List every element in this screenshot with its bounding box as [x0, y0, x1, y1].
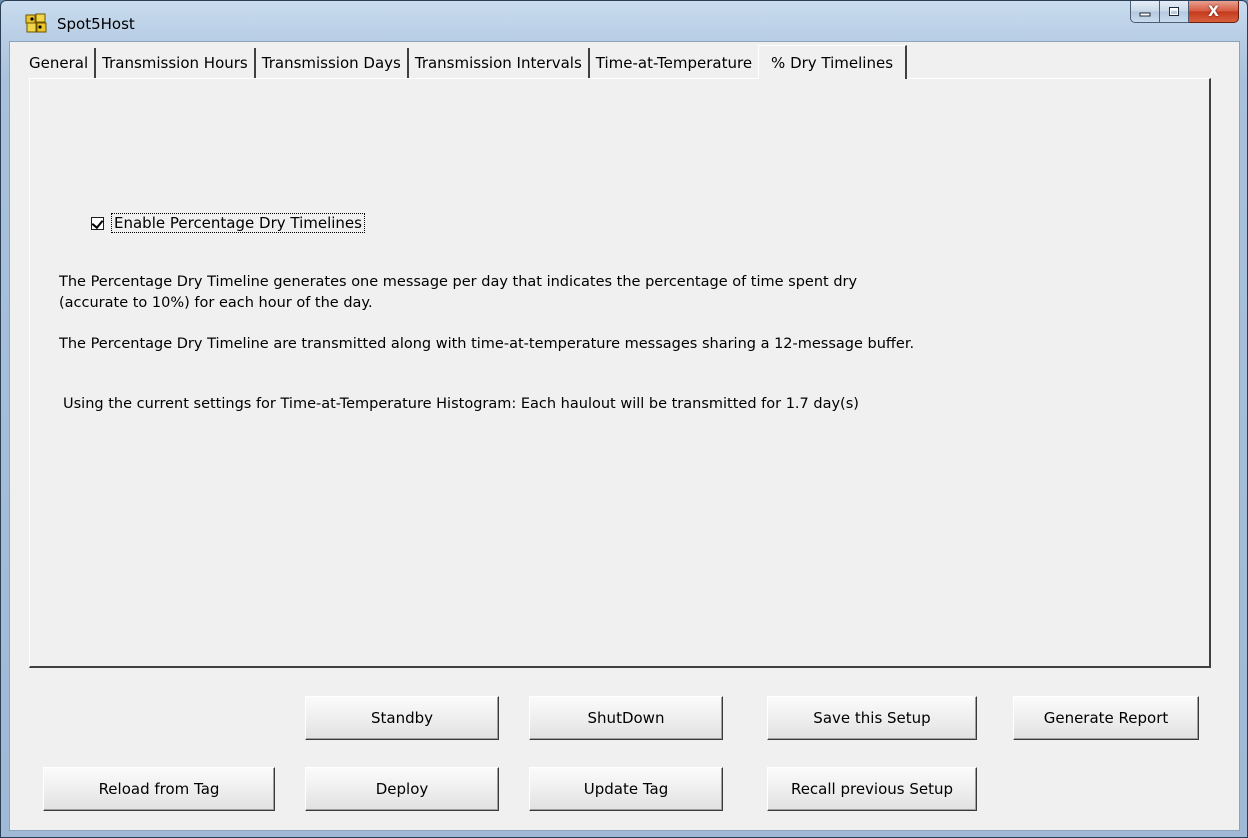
app-logo-icon	[25, 13, 47, 33]
minimize-button[interactable]	[1130, 1, 1160, 23]
haulout-note: Using the current settings for Time-at-T…	[63, 396, 859, 412]
maximize-button[interactable]	[1160, 1, 1189, 23]
tab-dry-timelines[interactable]: % Dry Timelines	[758, 45, 908, 79]
generate-report-button[interactable]: Generate Report	[1013, 696, 1199, 740]
tab-strip: General Transmission Hours Transmission …	[29, 45, 908, 79]
update-tag-button[interactable]: Update Tag	[529, 767, 723, 811]
recall-setup-button[interactable]: Recall previous Setup	[767, 767, 977, 811]
close-icon: X	[1208, 3, 1219, 20]
checkbox-box[interactable]	[91, 216, 104, 230]
tab-general[interactable]: General	[29, 48, 97, 78]
checkmark-icon	[91, 216, 104, 229]
tab-time-at-temperature[interactable]: Time-at-Temperature	[590, 48, 758, 78]
tab-panel-dry-timelines	[29, 78, 1211, 668]
shutdown-button[interactable]: ShutDown	[529, 696, 723, 740]
tab-transmission-intervals[interactable]: Transmission Intervals	[409, 48, 590, 78]
save-setup-button[interactable]: Save this Setup	[767, 696, 977, 740]
description-line-2: (accurate to 10%) for each hour of the d…	[59, 295, 373, 311]
description-line-1: The Percentage Dry Timeline generates on…	[59, 274, 858, 290]
tab-transmission-hours[interactable]: Transmission Hours	[96, 48, 256, 78]
title-bar[interactable]: Spot5Host X	[1, 1, 1247, 39]
transmit-note: The Percentage Dry Timeline are transmit…	[59, 336, 915, 352]
tab-transmission-days[interactable]: Transmission Days	[256, 48, 409, 78]
caption-buttons: X	[1130, 1, 1239, 23]
enable-dry-timelines-checkbox[interactable]: Enable Percentage Dry Timelines	[91, 213, 365, 233]
close-button[interactable]: X	[1189, 1, 1239, 23]
maximize-icon	[1169, 7, 1179, 16]
minimize-icon	[1139, 12, 1151, 16]
checkbox-label: Enable Percentage Dry Timelines	[111, 213, 365, 233]
deploy-button[interactable]: Deploy	[305, 767, 499, 811]
reload-from-tag-button[interactable]: Reload from Tag	[43, 767, 275, 811]
standby-button[interactable]: Standby	[305, 696, 499, 740]
app-window: Spot5Host X General Transmission Hours T…	[0, 0, 1248, 838]
window-title: Spot5Host	[57, 15, 135, 33]
